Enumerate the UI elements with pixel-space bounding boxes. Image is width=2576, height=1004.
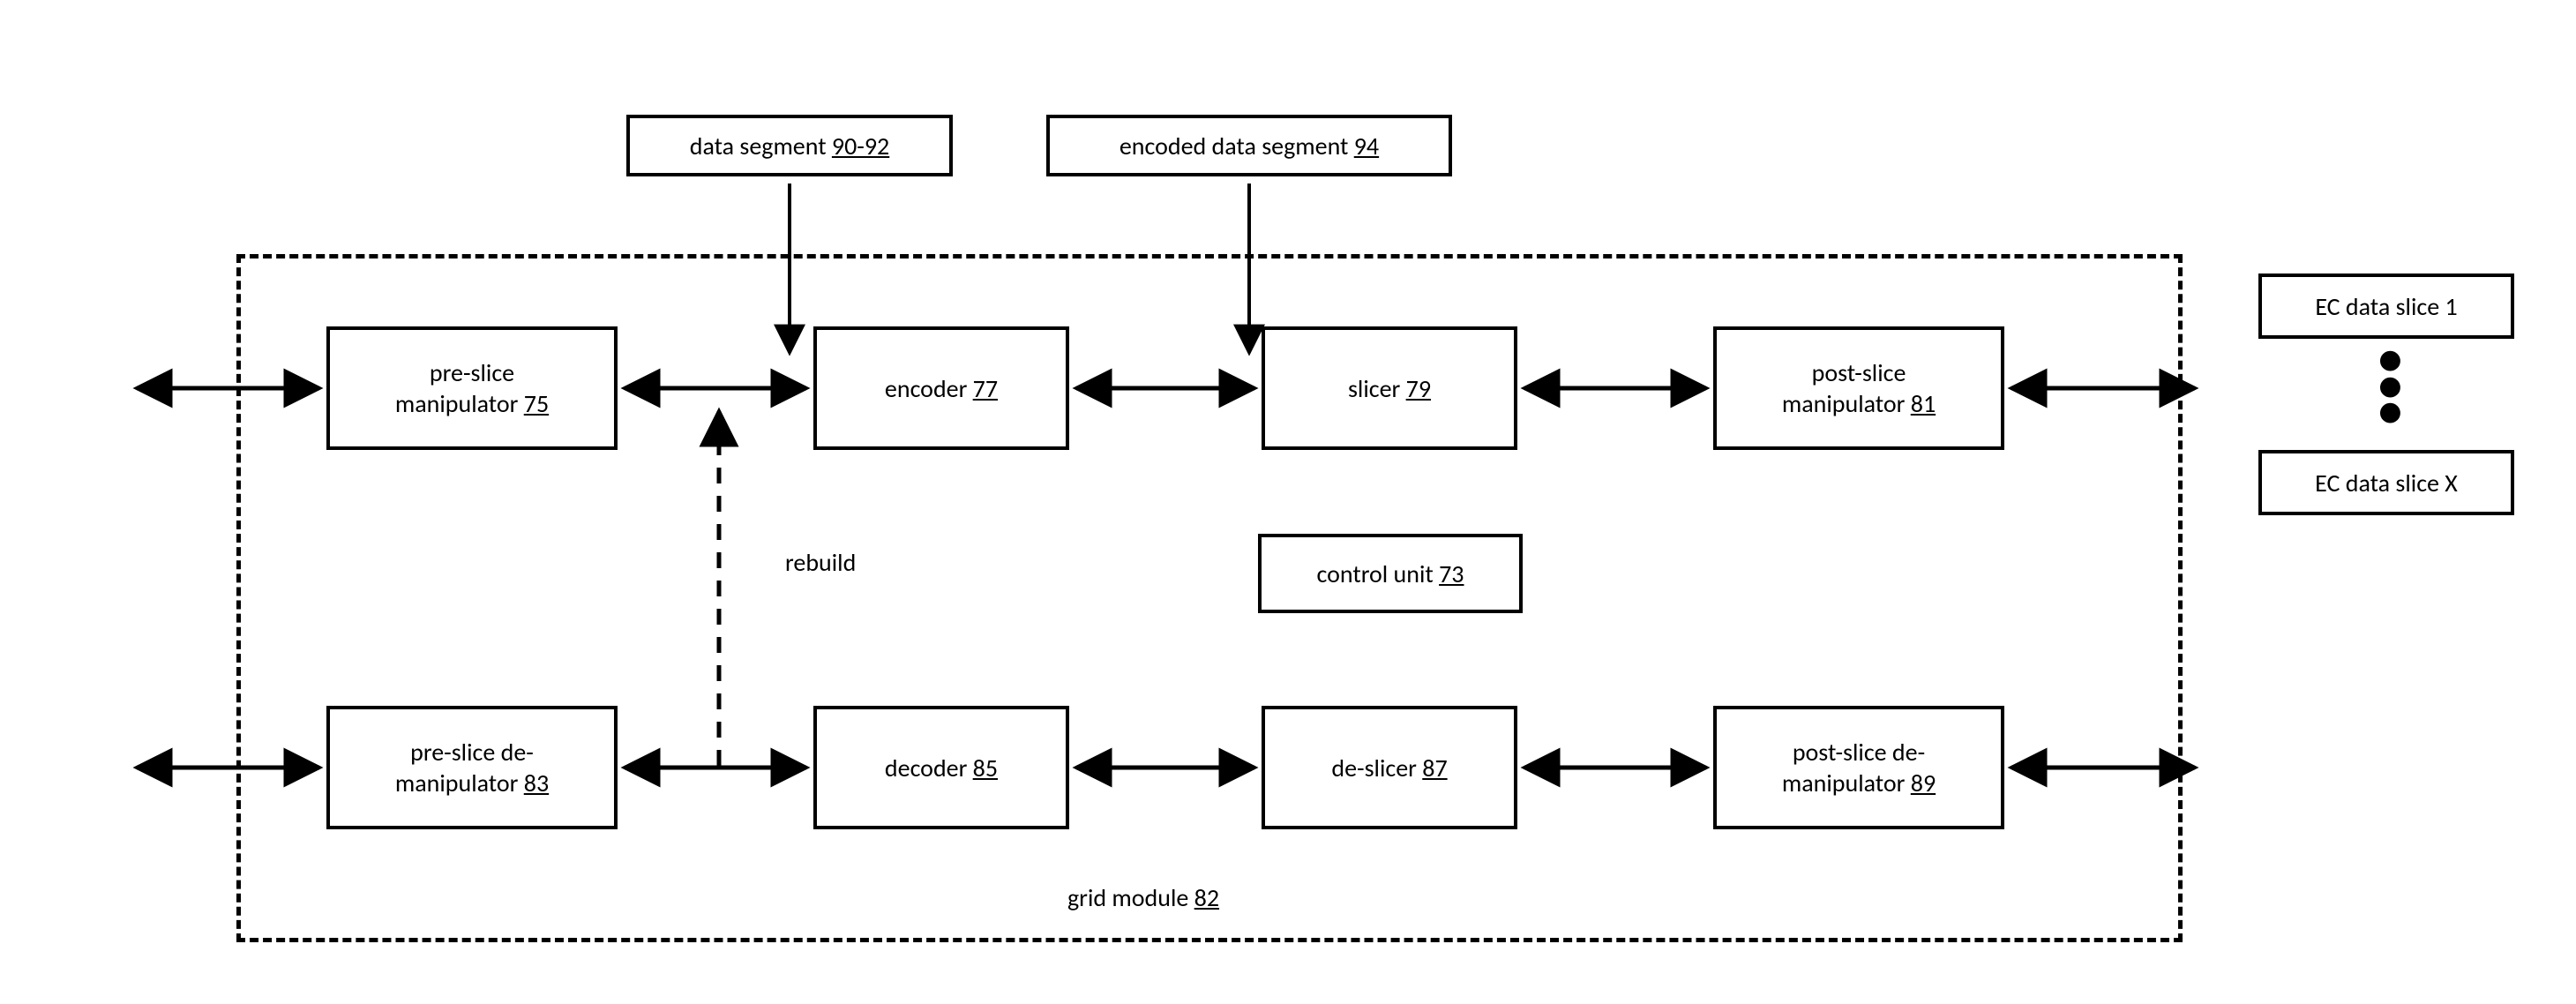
connectors-svg [0,0,2576,1004]
